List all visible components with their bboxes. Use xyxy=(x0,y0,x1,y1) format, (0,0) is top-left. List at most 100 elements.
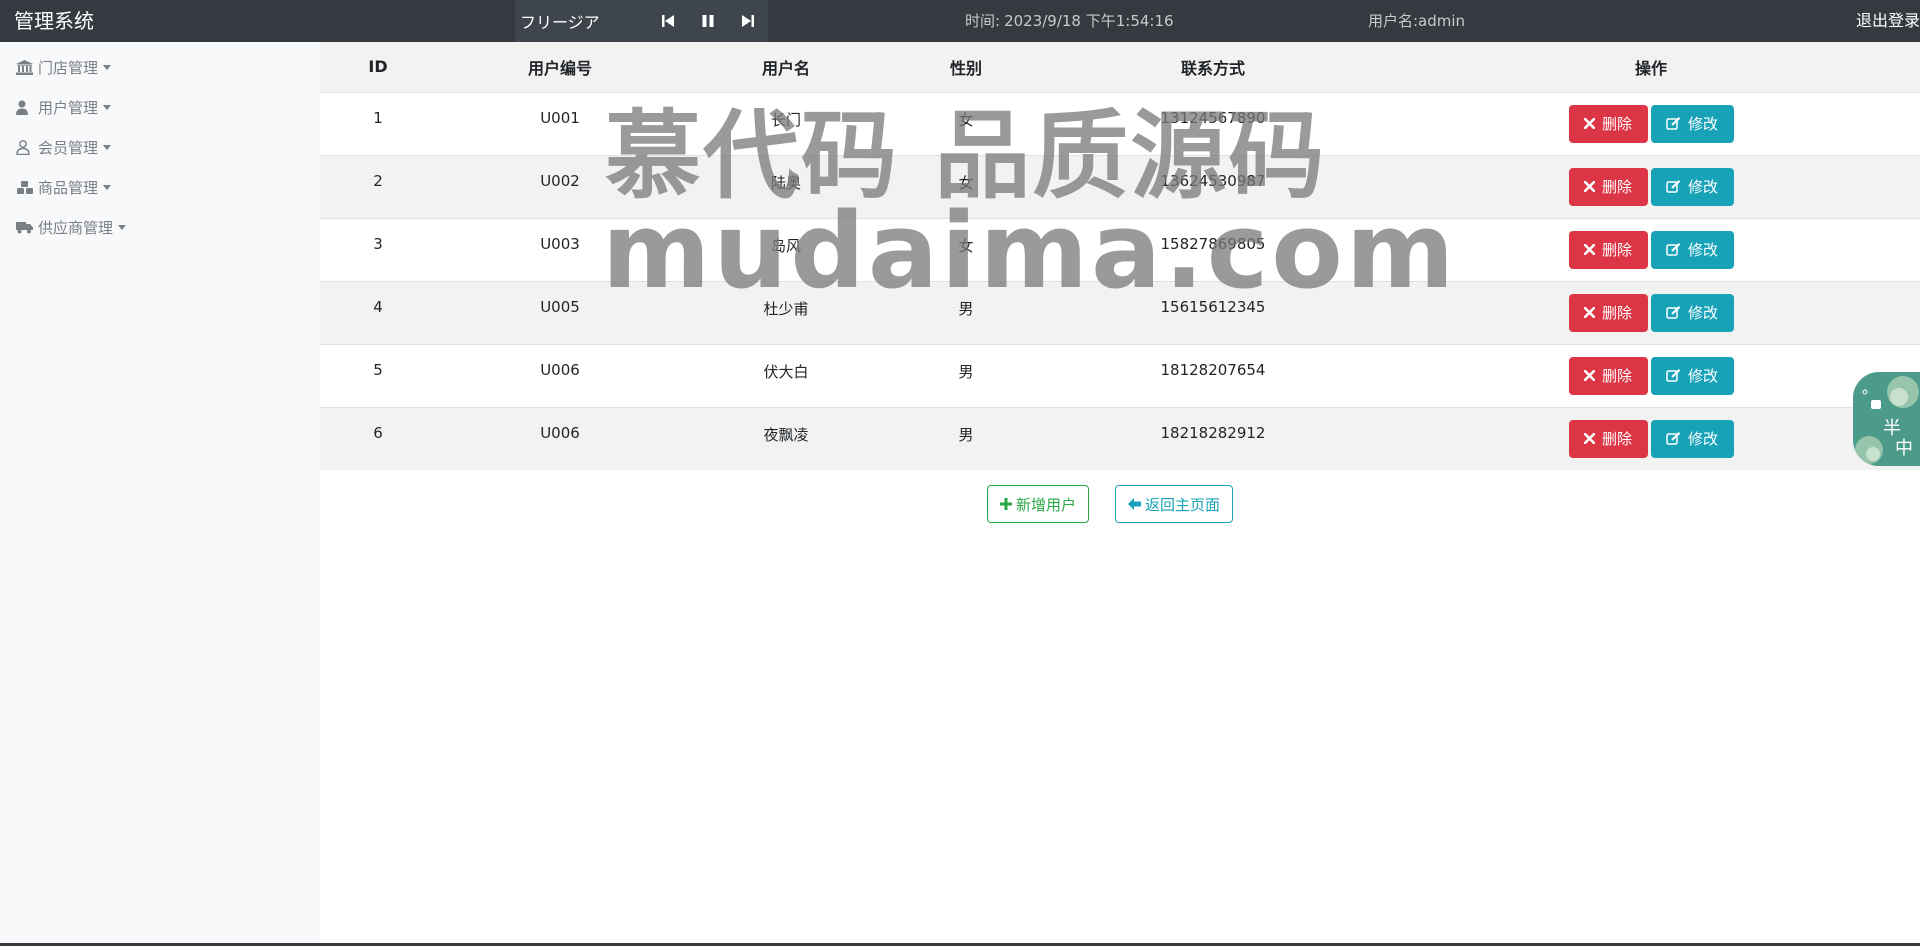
edit-button[interactable]: 修改 xyxy=(1650,356,1734,395)
main-content: ID 用户编号 用户名 性别 联系方式 操作 1 U001 长门女 131245678… xyxy=(320,42,1920,946)
cubes-icon xyxy=(16,179,34,195)
cell-id: 3 xyxy=(320,217,436,281)
table-row: 5 U006 伏大白男 18128207654 删除 修改 xyxy=(320,343,1920,407)
cell-name: 岛风 xyxy=(684,217,888,281)
cell-code: U006 xyxy=(436,406,684,470)
times-icon xyxy=(1583,244,1595,255)
cell-phone: 18128207654 xyxy=(1044,343,1382,407)
cell-actions: 删除 修改 xyxy=(1382,280,1920,344)
truck-icon xyxy=(16,219,34,235)
user-icon xyxy=(16,99,34,115)
delete-label: 删除 xyxy=(1601,241,1632,259)
pause-button[interactable] xyxy=(688,0,728,42)
sidebar-item-label: 会员管理 xyxy=(38,138,99,157)
edit-icon xyxy=(1666,432,1681,445)
cell-id: 5 xyxy=(320,343,436,407)
cell-name: 伏大白 xyxy=(684,343,888,407)
floating-widget[interactable]: 半 中 xyxy=(1853,372,1920,466)
edit-icon xyxy=(1666,117,1681,130)
cell-code: U002 xyxy=(436,154,684,218)
delete-label: 删除 xyxy=(1601,115,1632,133)
delete-label: 删除 xyxy=(1601,430,1632,448)
delete-label: 删除 xyxy=(1601,367,1632,385)
table-row: 2 U002 陆奥女 13624530987 删除 修改 xyxy=(320,154,1920,218)
delete-button[interactable]: 删除 xyxy=(1568,356,1648,395)
cell-name: 陆奥 xyxy=(684,154,888,218)
arrow-left-icon xyxy=(1128,498,1141,510)
cell-id: 2 xyxy=(320,154,436,218)
top-navbar: 管理系统 フリージア 时间: 2023/9/18 下午1:54:16 用户名:ad… xyxy=(0,0,1920,42)
back-home-button[interactable]: 返回主页面 xyxy=(1115,485,1234,523)
widget-text2: 中 xyxy=(1895,438,1913,459)
sidebar-item-stores[interactable]: 门店管理 xyxy=(0,47,320,87)
edit-button[interactable]: 修改 xyxy=(1650,104,1734,143)
next-track-button[interactable] xyxy=(728,0,768,42)
delete-label: 删除 xyxy=(1601,304,1632,322)
edit-label: 修改 xyxy=(1687,367,1718,385)
cell-phone: 15615612345 xyxy=(1044,280,1382,344)
cell-actions: 删除 修改 xyxy=(1382,343,1920,407)
edit-button[interactable]: 修改 xyxy=(1650,293,1734,332)
edit-label: 修改 xyxy=(1687,178,1718,196)
caret-down-icon xyxy=(118,224,127,230)
edit-label: 修改 xyxy=(1687,241,1718,259)
table-header-row: ID 用户编号 用户名 性别 联系方式 操作 xyxy=(320,42,1920,93)
cell-name: 杜少甫 xyxy=(684,280,888,344)
brand-title[interactable]: 管理系统 xyxy=(14,0,94,42)
cell-phone: 13124567890 xyxy=(1044,91,1382,155)
sidebar-item-members[interactable]: 会员管理 xyxy=(0,127,320,167)
member-icon xyxy=(16,139,34,155)
delete-button[interactable]: 删除 xyxy=(1568,167,1648,206)
cell-gender: 女 xyxy=(888,154,1044,218)
sidebar-item-label: 用户管理 xyxy=(38,98,99,117)
column-header: 性别 xyxy=(888,42,1044,93)
prev-track-button[interactable] xyxy=(648,0,688,42)
cell-phone: 13624530987 xyxy=(1044,154,1382,218)
cell-phone: 15827869805 xyxy=(1044,217,1382,281)
column-header: 用户编号 xyxy=(436,42,684,93)
add-user-label: 新增用户 xyxy=(1015,495,1076,514)
edit-label: 修改 xyxy=(1687,304,1718,322)
time-label: 时间: xyxy=(965,12,1001,30)
sidebar-item-label: 门店管理 xyxy=(38,58,99,77)
cell-gender: 女 xyxy=(888,91,1044,155)
cell-actions: 删除 修改 xyxy=(1382,154,1920,218)
bottom-actions: 新增用户 返回主页面 xyxy=(320,485,1920,523)
skip-forward-icon xyxy=(741,15,754,27)
song-title: フリージア xyxy=(520,13,600,32)
times-icon xyxy=(1583,118,1595,129)
username-display: 用户名:admin xyxy=(1368,12,1466,30)
times-icon xyxy=(1583,307,1595,318)
caret-down-icon xyxy=(103,144,112,150)
sidebar-item-label: 供应商管理 xyxy=(38,218,114,237)
edit-button[interactable]: 修改 xyxy=(1650,167,1734,206)
edit-label: 修改 xyxy=(1687,115,1718,133)
edit-button[interactable]: 修改 xyxy=(1650,230,1734,269)
pause-icon xyxy=(702,15,714,27)
add-user-button[interactable]: 新增用户 xyxy=(986,485,1089,523)
delete-button[interactable]: 删除 xyxy=(1568,293,1648,332)
table-row: 4 U005 杜少甫男 15615612345 删除 修改 xyxy=(320,280,1920,344)
delete-button[interactable]: 删除 xyxy=(1568,230,1648,269)
sidebar-item-suppliers[interactable]: 供应商管理 xyxy=(0,207,320,247)
bank-icon xyxy=(16,59,34,75)
table-row: 1 U001 长门女 13124567890 删除 修改 xyxy=(320,91,1920,155)
cell-gender: 男 xyxy=(888,406,1044,470)
cell-code: U003 xyxy=(436,217,684,281)
times-icon xyxy=(1583,181,1595,192)
sidebar: 门店管理 用户管理 会员管理 商品管理 供应商管理 xyxy=(0,42,320,946)
edit-icon xyxy=(1666,306,1681,319)
cell-name: 夜飘凌 xyxy=(684,406,888,470)
music-player: フリージア xyxy=(515,0,768,42)
delete-button[interactable]: 删除 xyxy=(1568,419,1648,458)
time-value: 2023/9/18 下午1:54:16 xyxy=(1004,12,1174,30)
sidebar-item-users[interactable]: 用户管理 xyxy=(0,87,320,127)
times-icon xyxy=(1583,370,1595,381)
delete-button[interactable]: 删除 xyxy=(1568,104,1648,143)
sidebar-item-products[interactable]: 商品管理 xyxy=(0,167,320,207)
logout-link[interactable]: 退出登录 xyxy=(1856,0,1920,42)
cell-id: 6 xyxy=(320,406,436,470)
cell-actions: 删除 修改 xyxy=(1382,406,1920,470)
edit-button[interactable]: 修改 xyxy=(1650,419,1734,458)
back-home-label: 返回主页面 xyxy=(1145,495,1221,514)
